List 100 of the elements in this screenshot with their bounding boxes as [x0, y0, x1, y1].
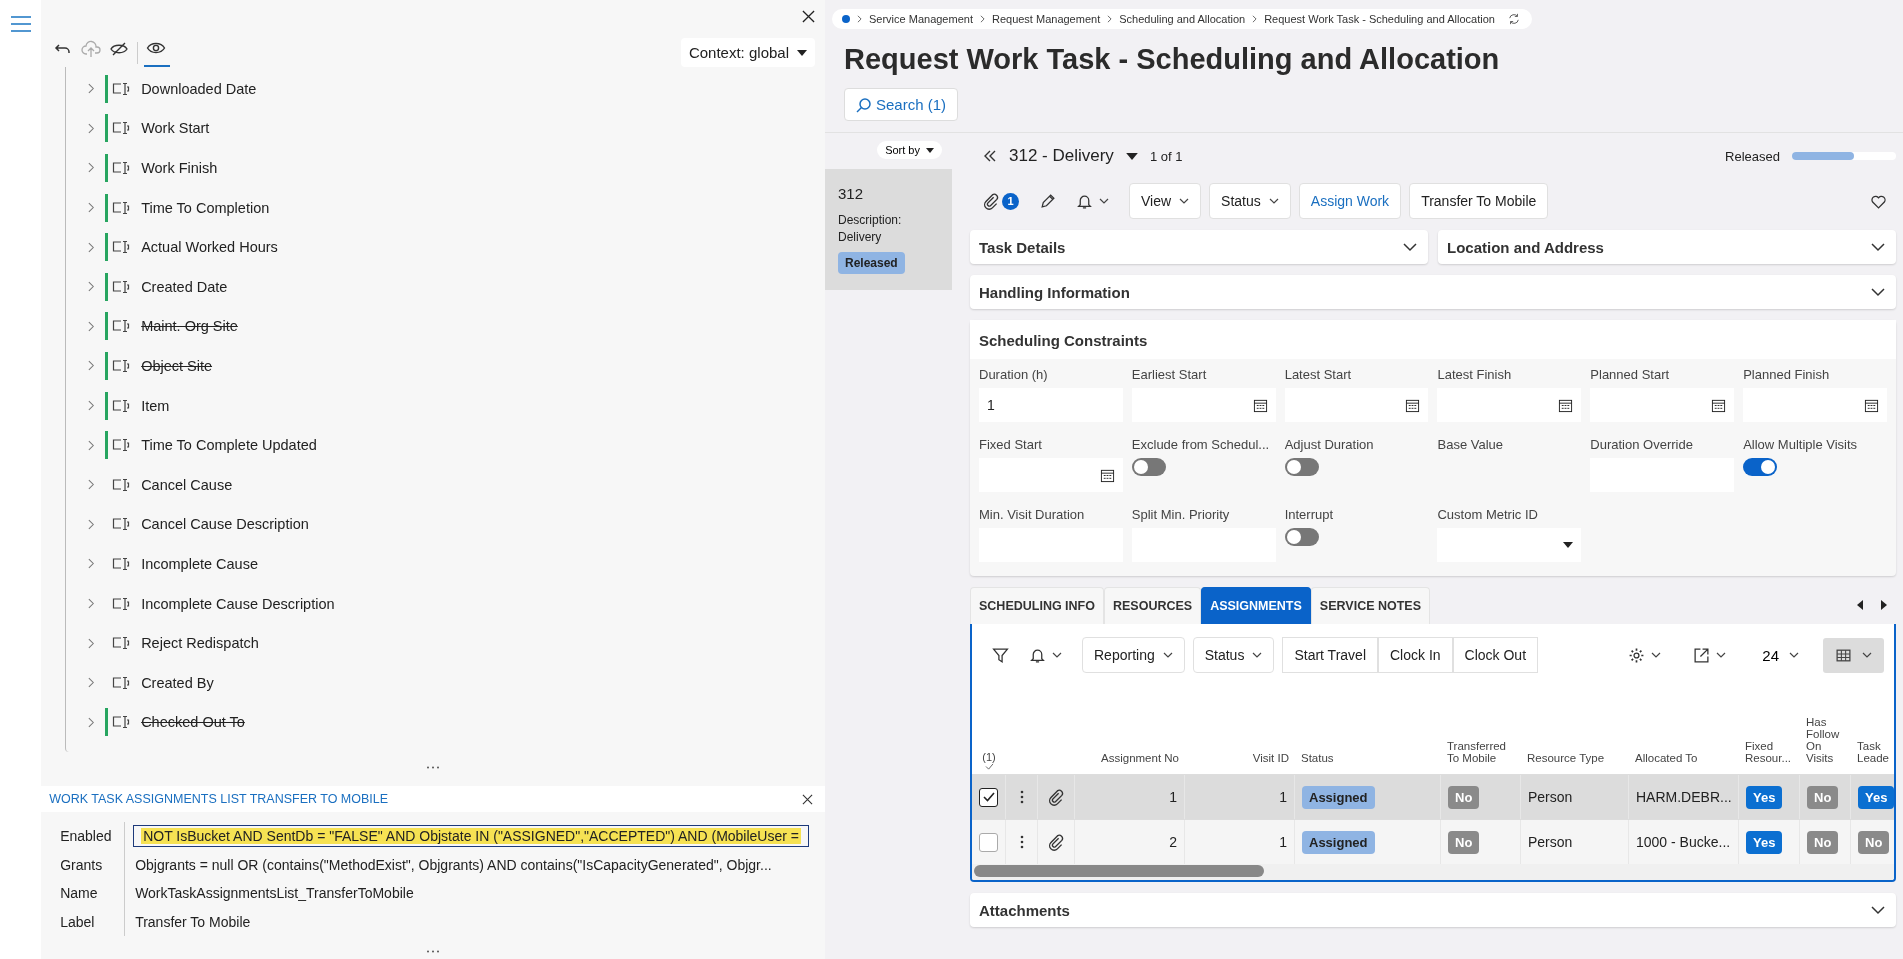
tree-item[interactable]: Reject Redispatch	[141, 635, 259, 652]
calendar-icon[interactable]	[1864, 397, 1879, 413]
toggle-switch[interactable]	[1743, 458, 1778, 476]
column-header[interactable]: Status	[1301, 752, 1435, 764]
action-button[interactable]: View	[1129, 183, 1202, 219]
calendar-icon[interactable]	[1558, 397, 1574, 413]
resize-handle-icon[interactable]	[426, 766, 441, 770]
column-header[interactable]: Task Leade	[1857, 740, 1894, 764]
arrow-left-icon[interactable]	[1856, 600, 1864, 610]
action-button[interactable]: Status	[1209, 183, 1291, 219]
tree-item[interactable]: Created By	[141, 674, 214, 691]
date-field[interactable]	[1284, 388, 1429, 422]
toggle-switch[interactable]	[1284, 458, 1319, 476]
chevron-right-icon[interactable]	[88, 518, 96, 530]
toggle-switch[interactable]	[1131, 458, 1166, 476]
date-field[interactable]	[1131, 388, 1276, 422]
table-row[interactable]: 1 1 Assigned No Person HARM.DEBR... Yes No Yes	[972, 774, 1894, 819]
calendar-icon[interactable]	[1252, 397, 1268, 413]
home-dot-icon[interactable]	[842, 15, 850, 23]
date-field[interactable]	[1743, 388, 1887, 422]
close-icon[interactable]	[802, 793, 813, 805]
more-icon[interactable]	[1019, 835, 1024, 849]
tree-item[interactable]: Time To Completion	[141, 199, 270, 216]
tree-item[interactable]: Incomplete Cause Description	[141, 595, 335, 612]
scrollbar-thumb[interactable]	[974, 865, 1264, 877]
tree-item[interactable]: Maint. Org Site	[141, 318, 238, 335]
tree-item[interactable]: Work Start	[141, 120, 210, 137]
chevron-right-icon[interactable]	[88, 360, 96, 372]
filter-icon[interactable]	[992, 646, 1009, 664]
paperclip-icon[interactable]	[1047, 833, 1065, 851]
tree-item[interactable]: Downloaded Date	[141, 80, 257, 97]
action-button[interactable]: Assign Work	[1298, 183, 1402, 219]
double-chevron-left-icon[interactable]	[983, 150, 997, 162]
tree-item[interactable]: Cancel Cause Description	[141, 516, 309, 533]
tree-item[interactable]: Created Date	[141, 278, 228, 295]
chevron-right-icon[interactable]	[88, 716, 96, 728]
chevron-right-icon[interactable]	[88, 83, 96, 95]
tree-item[interactable]: Work Finish	[141, 160, 218, 176]
tree-item[interactable]: Incomplete Cause	[141, 555, 258, 572]
sort-dropdown[interactable]: Sort by	[877, 141, 942, 159]
row-checkbox[interactable]	[979, 787, 998, 807]
date-field[interactable]	[1590, 388, 1735, 422]
record-card[interactable]: 312 Description: Delivery Released	[825, 169, 952, 290]
section-header[interactable]: Attachments	[970, 893, 1896, 927]
action-button[interactable]: Transfer To Mobile	[1409, 183, 1549, 219]
column-header[interactable]: Visit ID	[1191, 752, 1289, 764]
tree-item[interactable]: Object Site	[141, 357, 213, 374]
tree-item[interactable]: Time To Complete Updated	[141, 437, 317, 454]
chevron-right-icon[interactable]	[88, 439, 96, 451]
column-header[interactable]: Fixed Resour...	[1745, 740, 1794, 764]
select-field[interactable]	[1437, 528, 1581, 562]
resize-handle-icon[interactable]	[426, 950, 441, 953]
tree-item[interactable]: Cancel Cause	[141, 476, 233, 493]
table-view-icon[interactable]	[1823, 637, 1884, 673]
tree-item[interactable]: Item	[141, 397, 170, 414]
tab[interactable]: RESOURCES	[1104, 587, 1202, 624]
more-icon[interactable]	[1019, 790, 1024, 804]
arrow-right-icon[interactable]	[1880, 600, 1888, 610]
chevron-right-icon[interactable]	[88, 558, 96, 570]
pencil-icon[interactable]	[1039, 192, 1056, 210]
close-icon[interactable]	[802, 10, 815, 23]
chevron-right-icon[interactable]	[88, 241, 96, 253]
column-header[interactable]: Resource Type	[1527, 752, 1623, 764]
property-value[interactable]: Objgrants = null OR (contains("MethodExist", Objgrants) AND contains("IsCapacityGenerated", Objgr...	[125, 856, 772, 873]
chevron-right-icon[interactable]	[88, 598, 96, 609]
column-header[interactable]: Assignment No	[1081, 752, 1179, 764]
tab[interactable]: SERVICE NOTES	[1310, 587, 1431, 624]
breadcrumb-link[interactable]: Scheduling and Allocation	[1119, 13, 1246, 25]
table-row[interactable]: 2 1 Assigned No Person 1000 - Bucke... Yes No No	[972, 819, 1894, 864]
menu-icon[interactable]	[10, 16, 31, 32]
settings-icon[interactable]	[1628, 646, 1662, 664]
date-field[interactable]	[979, 458, 1123, 492]
column-header[interactable]: Allocated To	[1635, 752, 1733, 764]
calendar-icon[interactable]	[1099, 467, 1115, 483]
column-header[interactable]: Has Follow On Visits	[1806, 716, 1845, 764]
refresh-icon[interactable]	[1507, 13, 1520, 25]
chevron-right-icon[interactable]	[88, 400, 96, 412]
property-value[interactable]: NOT IsBucket AND SentDb = "FALSE" AND Objstate IN ("ASSIGNED","ACCEPTED") AND (MobileUser =	[133, 825, 809, 848]
chevron-right-icon[interactable]	[88, 637, 96, 649]
toolbar-button[interactable]: Clock In	[1378, 637, 1453, 673]
toolbar-button[interactable]: Clock Out	[1452, 637, 1539, 673]
page-size-dropdown[interactable]: 24	[1756, 645, 1805, 665]
toolbar-button[interactable]: Status	[1192, 637, 1275, 673]
chevron-right-icon[interactable]	[88, 479, 96, 491]
calendar-icon[interactable]	[1711, 397, 1727, 413]
breadcrumb-link[interactable]: Request Work Task - Scheduling and Allocation	[1264, 13, 1495, 25]
row-checkbox[interactable]	[979, 832, 998, 852]
toolbar-button[interactable]: Start Travel	[1282, 637, 1378, 673]
caret-icon[interactable]	[1125, 152, 1138, 160]
toggle-switch[interactable]	[1284, 528, 1319, 546]
chevron-right-icon[interactable]	[88, 320, 96, 332]
calendar-icon[interactable]	[1405, 397, 1421, 413]
property-value[interactable]: WorkTaskAssignmentsList_TransferToMobile	[125, 885, 414, 902]
property-value[interactable]: Transfer To Mobile	[125, 913, 251, 930]
chevron-right-icon[interactable]	[88, 162, 96, 174]
paperclip-icon[interactable]	[1047, 788, 1065, 806]
chevron-right-icon[interactable]	[88, 281, 96, 293]
export-icon[interactable]	[1693, 646, 1727, 664]
chevron-right-icon[interactable]	[88, 677, 96, 689]
context-dropdown[interactable]: Context: global	[680, 38, 815, 67]
